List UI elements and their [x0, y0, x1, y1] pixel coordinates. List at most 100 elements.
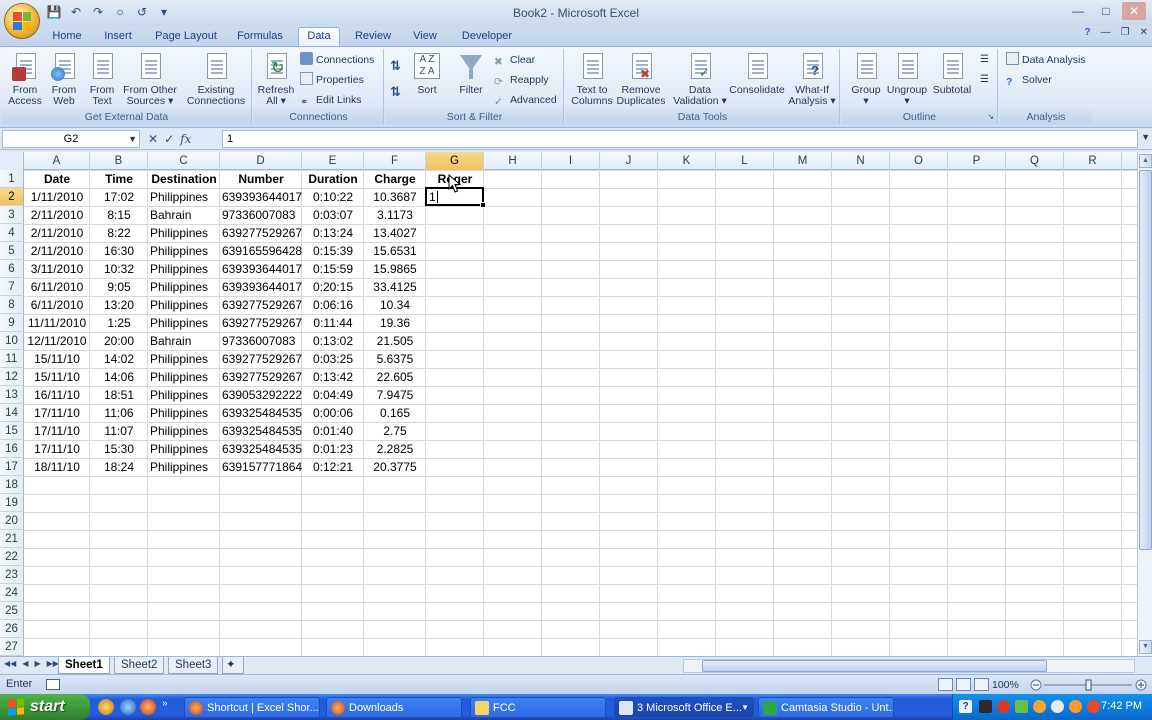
row-header-6[interactable]: 6 — [0, 260, 24, 278]
data-cell[interactable]: 17/11/10 — [24, 440, 90, 458]
data-cell[interactable]: Philippines — [148, 368, 220, 386]
vertical-scroll-thumb[interactable] — [1139, 170, 1152, 550]
data-cell[interactable]: 639053292222 — [220, 386, 302, 404]
from-access-button[interactable]: From Access — [6, 51, 44, 107]
data-cell[interactable]: 15.6531 — [364, 242, 426, 260]
data-cell[interactable]: 639165596428 — [220, 242, 302, 260]
tab-review[interactable]: Review — [350, 28, 396, 46]
data-cell[interactable]: Bahrain — [148, 206, 220, 224]
row-header-14[interactable]: 14 — [0, 404, 24, 422]
sort-za-icon[interactable]: ⇅ — [390, 83, 401, 101]
help-tray-icon[interactable]: ? — [959, 700, 972, 713]
chevron-down-icon[interactable]: ▼ — [128, 131, 137, 147]
column-header-c[interactable]: C — [148, 152, 220, 170]
column-header-r[interactable]: R — [1064, 152, 1122, 170]
data-cell[interactable]: 2.75 — [364, 422, 426, 440]
doc-restore-icon[interactable]: ❐ — [1121, 27, 1130, 38]
shield-icon[interactable] — [1069, 700, 1082, 713]
tab-home[interactable]: Home — [46, 28, 88, 46]
data-cell[interactable]: 22.605 — [364, 368, 426, 386]
data-cell[interactable]: 12/11/2010 — [24, 332, 90, 350]
data-cell[interactable]: 11:07 — [90, 422, 148, 440]
from-text-button[interactable]: From Text — [84, 51, 120, 107]
data-cell[interactable]: 0:10:22 — [302, 188, 364, 206]
sheet-tab-1[interactable]: Sheet1 — [58, 657, 110, 674]
data-cell[interactable]: 18/11/10 — [24, 458, 90, 476]
data-cell[interactable]: 2/11/2010 — [24, 206, 90, 224]
tab-data[interactable]: Data — [298, 27, 340, 47]
data-cell[interactable]: 15.9865 — [364, 260, 426, 278]
tab-page-layout[interactable]: Page Layout — [150, 28, 222, 46]
internet-explorer-icon[interactable] — [120, 699, 136, 715]
ungroup-button[interactable]: Ungroup ▾ — [884, 51, 930, 107]
data-cell[interactable]: 13:20 — [90, 296, 148, 314]
data-cell[interactable]: 10:32 — [90, 260, 148, 278]
data-cell[interactable]: 6/11/2010 — [24, 296, 90, 314]
dialog-launcher-icon[interactable]: ↘ — [987, 110, 994, 124]
data-cell[interactable]: 17/11/10 — [24, 404, 90, 422]
data-cell[interactable]: 0:20:15 — [302, 278, 364, 296]
reapply-button[interactable]: ⟳ Reapply — [494, 71, 549, 89]
data-cell[interactable]: 97336007083 — [220, 206, 302, 224]
column-header-h[interactable]: H — [484, 152, 542, 170]
fill-handle[interactable] — [480, 202, 486, 208]
clear-button[interactable]: ✖ Clear — [494, 51, 535, 69]
data-cell[interactable]: 17:02 — [90, 188, 148, 206]
data-cell[interactable]: 0.165 — [364, 404, 426, 422]
horizontal-scroll-thumb[interactable] — [702, 660, 1047, 672]
text-to-columns-button[interactable]: Text to Columns — [568, 51, 616, 107]
group-button[interactable]: Group ▾ — [846, 51, 886, 107]
column-header-q[interactable]: Q — [1006, 152, 1064, 170]
data-cell[interactable]: 97336007083 — [220, 332, 302, 350]
column-header-g[interactable]: G — [426, 152, 484, 170]
task-office[interactable]: 3 Microsoft Office E... ▼ — [614, 697, 754, 718]
data-cell[interactable]: 19.36 — [364, 314, 426, 332]
data-cell[interactable]: 639277529267 — [220, 314, 302, 332]
row-header-10[interactable]: 10 — [0, 332, 24, 350]
data-cell[interactable]: 0:13:42 — [302, 368, 364, 386]
page-break-view-icon[interactable] — [974, 678, 989, 691]
task-fcc[interactable]: FCC — [470, 697, 606, 718]
row-header-24[interactable]: 24 — [0, 584, 24, 602]
data-cell[interactable]: 11/11/2010 — [24, 314, 90, 332]
data-cell[interactable]: 0:04:49 — [302, 386, 364, 404]
data-cell[interactable]: 18:51 — [90, 386, 148, 404]
zoom-slider[interactable] — [1030, 679, 1148, 691]
tab-view[interactable]: View — [406, 28, 444, 46]
data-cell[interactable]: 1:25 — [90, 314, 148, 332]
close-icon[interactable]: ✕ — [1122, 2, 1146, 20]
row-header-23[interactable]: 23 — [0, 566, 24, 584]
connections-button[interactable]: Connections — [300, 51, 374, 69]
refresh-all-button[interactable]: ↻ Refresh All ▾ — [256, 51, 296, 107]
row-header-16[interactable]: 16 — [0, 440, 24, 458]
column-header-m[interactable]: M — [774, 152, 832, 170]
minimize-icon[interactable]: — — [1066, 2, 1090, 20]
data-cell[interactable]: 18:24 — [90, 458, 148, 476]
data-cell[interactable]: 10.3687 — [364, 188, 426, 206]
sheet-tab-3[interactable]: Sheet3 — [168, 657, 219, 674]
zoom-level[interactable]: 100% — [992, 679, 1019, 691]
show-detail-icon[interactable]: ☰ — [980, 51, 989, 69]
data-cell[interactable]: 0:12:21 — [302, 458, 364, 476]
quicklaunch-more-icon[interactable]: » — [162, 698, 168, 709]
data-cell[interactable]: Philippines — [148, 404, 220, 422]
data-cell[interactable]: Bahrain — [148, 332, 220, 350]
next-sheet-icon[interactable]: ▶ — [34, 659, 40, 668]
task-camtasia[interactable]: Camtasia Studio - Unt... — [758, 697, 894, 718]
row-header-8[interactable]: 8 — [0, 296, 24, 314]
row-header-25[interactable]: 25 — [0, 602, 24, 620]
data-cell[interactable]: 639393644017 — [220, 278, 302, 296]
data-cell[interactable]: 17/11/10 — [24, 422, 90, 440]
column-header-k[interactable]: K — [658, 152, 716, 170]
advanced-button[interactable]: ✓ Advanced — [494, 91, 557, 109]
sort-button[interactable]: A ZZ A Sort — [412, 51, 442, 96]
data-cell[interactable]: 639325484535 — [220, 404, 302, 422]
row-header-18[interactable]: 18 — [0, 476, 24, 494]
edit-links-button[interactable]: ⚭ Edit Links — [300, 91, 362, 109]
row-header-1[interactable]: 1 — [0, 170, 24, 188]
data-cell[interactable]: 3.1173 — [364, 206, 426, 224]
data-cell[interactable]: 14:06 — [90, 368, 148, 386]
data-cell[interactable]: 0:11:44 — [302, 314, 364, 332]
data-cell[interactable]: Philippines — [148, 188, 220, 206]
data-cell[interactable]: 16:30 — [90, 242, 148, 260]
